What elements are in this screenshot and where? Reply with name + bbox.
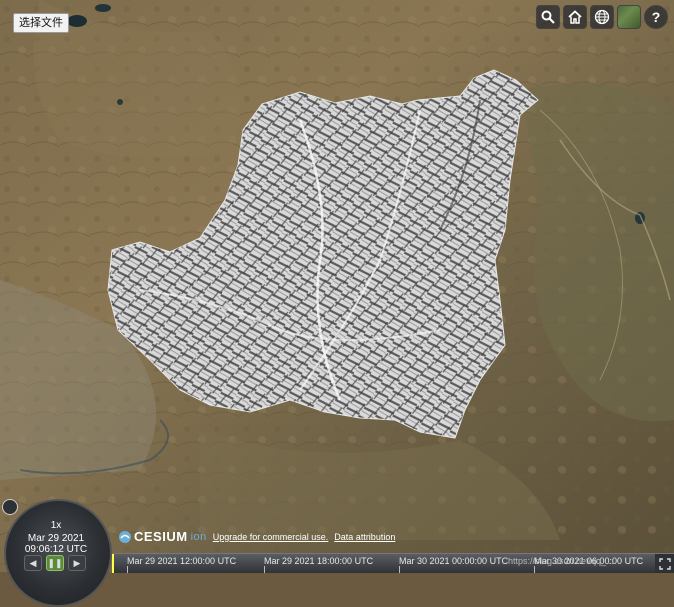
timeline-label: Mar 29 2021 12:00:00 UTC: [127, 556, 237, 566]
cesium-ion-logo[interactable]: CESIUM ion: [118, 529, 207, 544]
timeline[interactable]: Mar 29 2021 12:00:00 UTC Mar 29 2021 18:…: [112, 553, 655, 573]
pause-icon: ❚❚: [47, 557, 63, 568]
animation-date: Mar 29 2021: [27, 533, 85, 544]
cesium-logo-icon: [119, 530, 131, 543]
animation-time: 09:06:12 UTC: [24, 544, 88, 555]
timeline-needle[interactable]: [112, 554, 114, 573]
navigation-help-button[interactable]: ?: [644, 5, 668, 29]
cesium-logo-suffix: ion: [190, 530, 207, 543]
terrain-imagery: [0, 0, 674, 572]
base-layer-picker-button[interactable]: [617, 5, 641, 29]
play-reverse-icon: ◀: [29, 557, 37, 568]
play-forward-button[interactable]: ▶: [68, 555, 86, 571]
cesium-toolbar: ?: [536, 5, 668, 29]
upgrade-link[interactable]: Upgrade for commercial use.: [213, 532, 329, 542]
realtime-clock-icon[interactable]: [2, 499, 18, 515]
fullscreen-button[interactable]: [655, 553, 674, 573]
home-button[interactable]: [563, 5, 587, 29]
timeline-label: Mar 29 2021 18:00:00 UTC: [264, 556, 374, 566]
search-icon: [541, 10, 555, 24]
fullscreen-icon: [658, 557, 671, 570]
play-forward-icon: ▶: [73, 557, 81, 568]
cesium-logo-text: CESIUM: [134, 529, 188, 544]
choose-file-button[interactable]: 选择文件: [13, 13, 69, 33]
globe-icon: [594, 9, 610, 25]
animation-controls: ◀ ❚❚ ▶: [24, 555, 86, 571]
credits-bar: CESIUM ion Upgrade for commercial use. Da…: [118, 529, 395, 544]
pause-button[interactable]: ❚❚: [46, 555, 64, 571]
timeline-label: Mar 30 2021 00:00:00 UTC: [399, 556, 509, 566]
home-icon: [568, 10, 582, 24]
help-icon: ?: [651, 9, 661, 25]
geocoder-search-button[interactable]: [536, 5, 560, 29]
timeline-label: Mar 30 2021 06:00:00 UTC: [534, 556, 644, 566]
data-attribution-link[interactable]: Data attribution: [334, 532, 395, 542]
map-view[interactable]: [0, 0, 674, 572]
play-reverse-button[interactable]: ◀: [24, 555, 42, 571]
animation-speed: 1x: [50, 520, 62, 531]
scene-mode-button[interactable]: [590, 5, 614, 29]
